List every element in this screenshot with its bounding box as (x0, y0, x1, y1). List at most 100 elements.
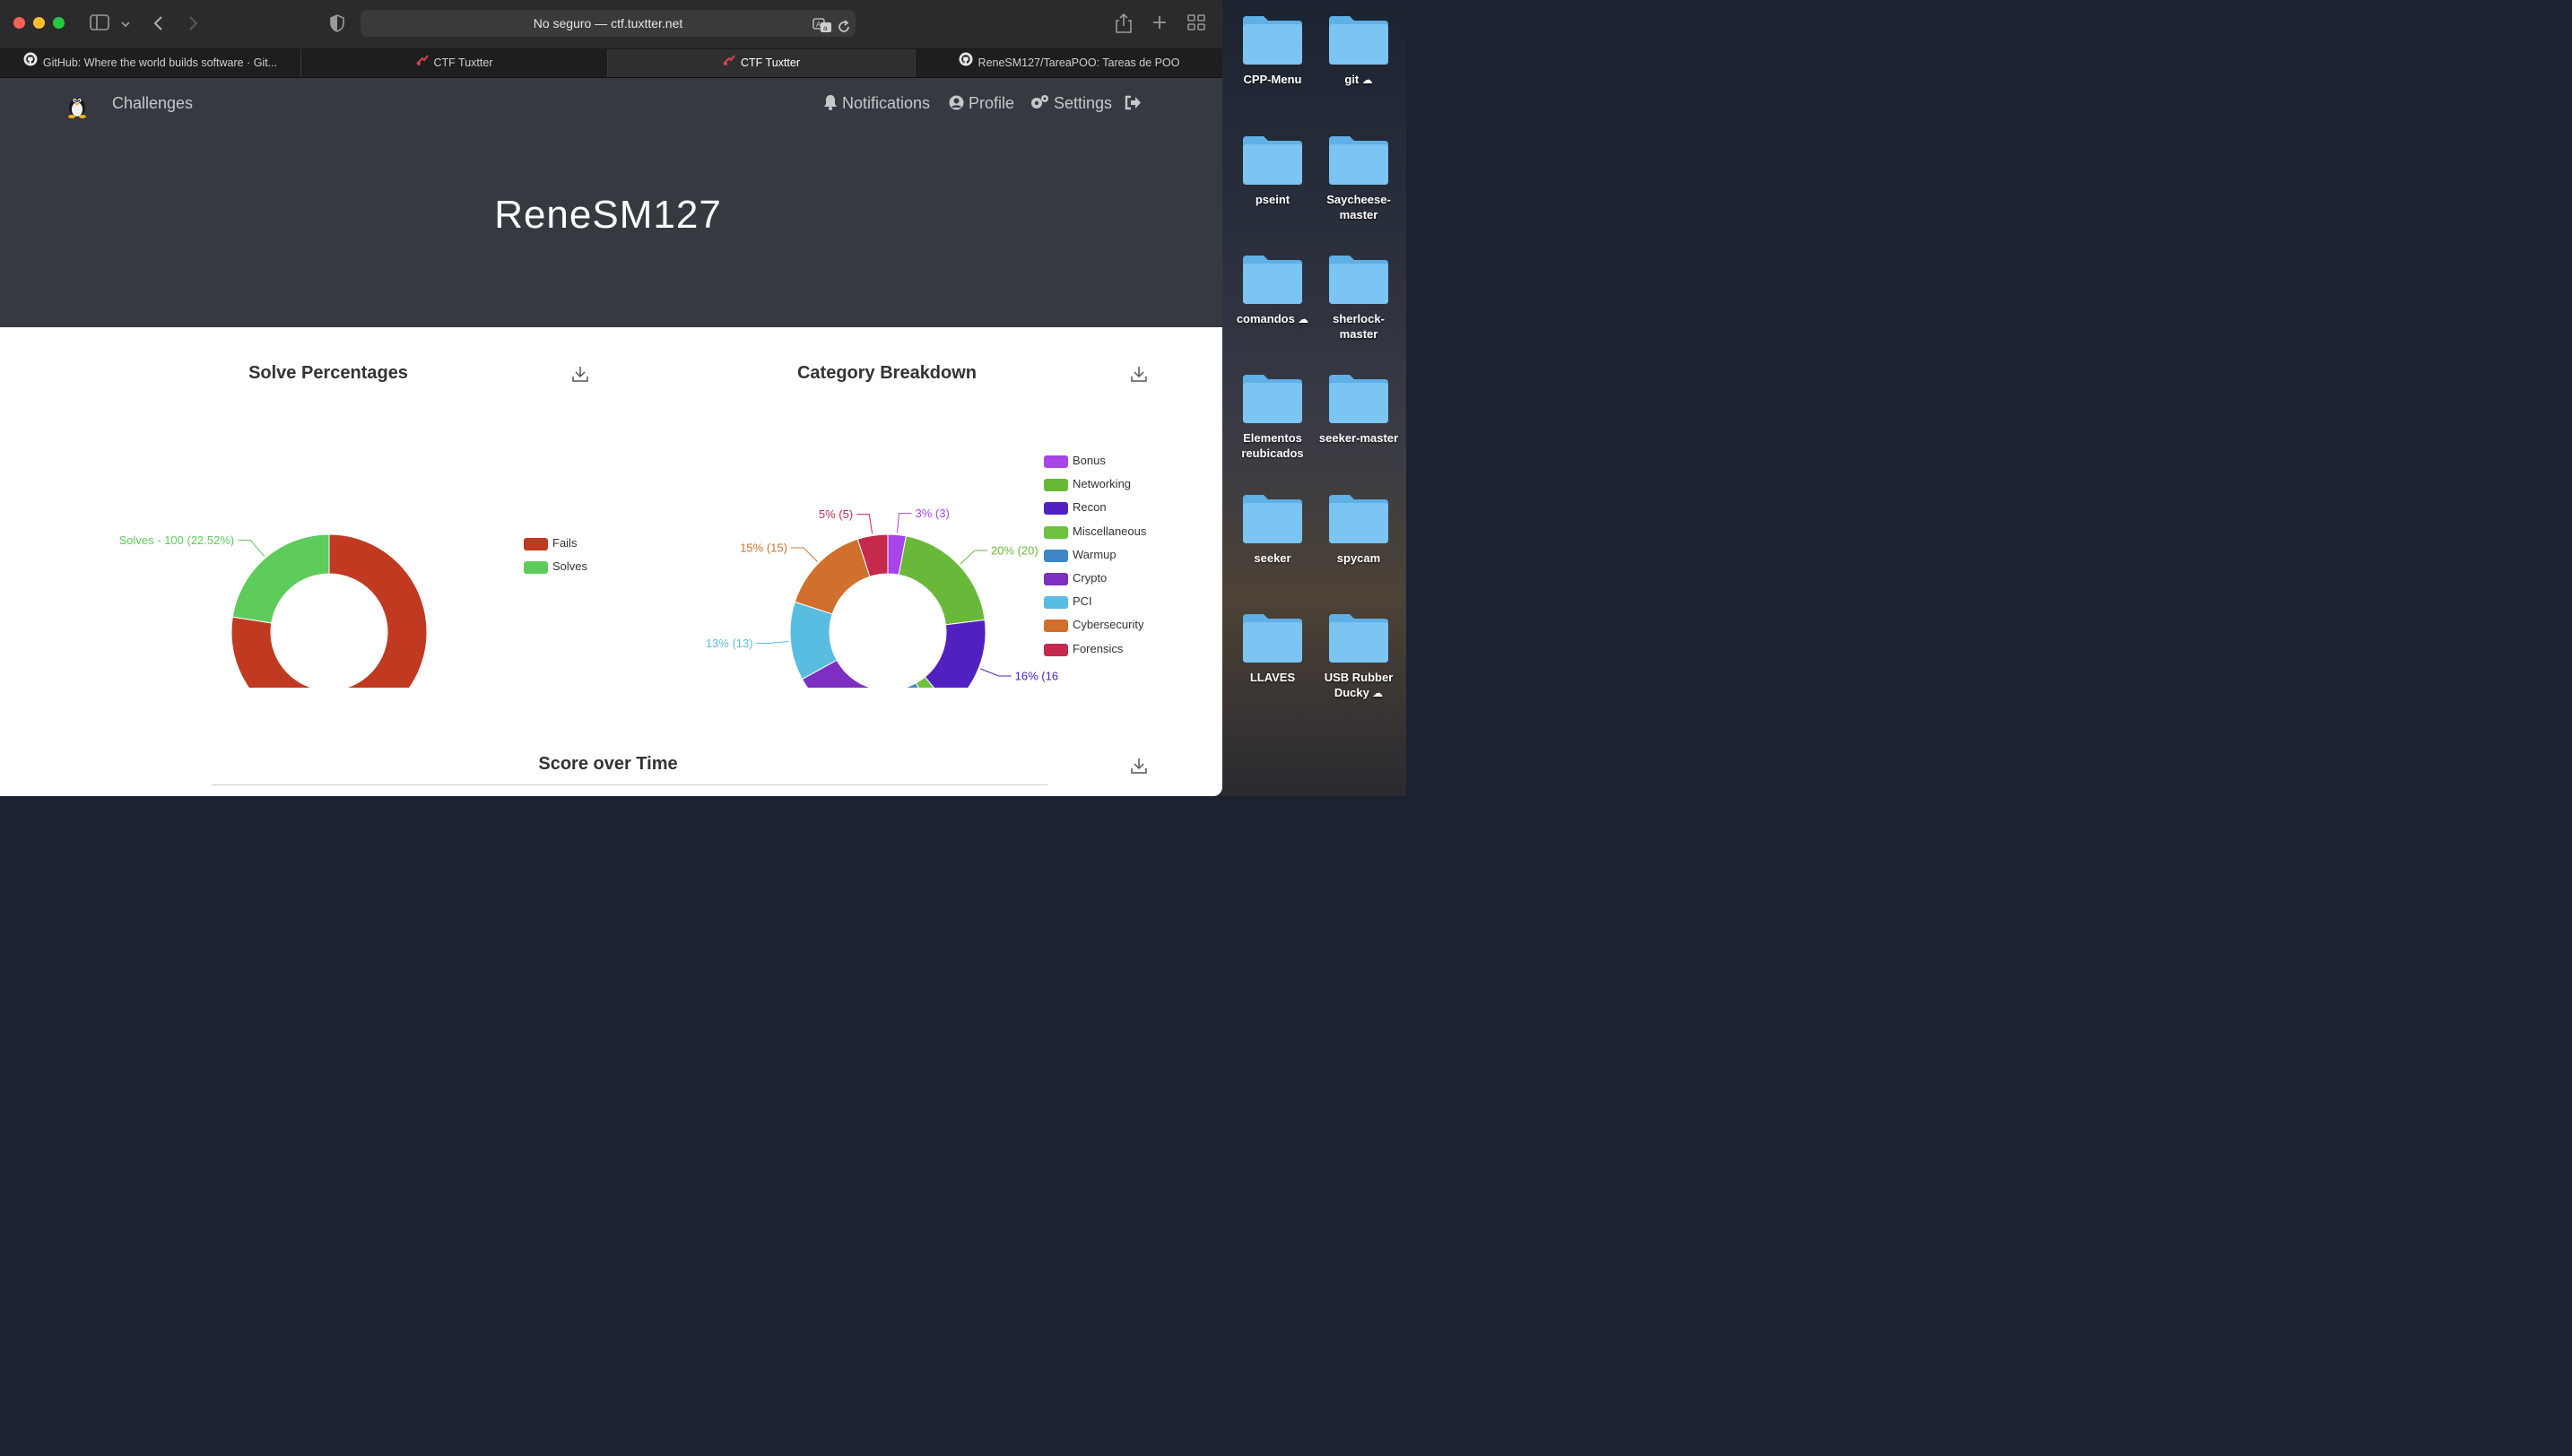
tab-label: ReneSM127/TareaPOO: Tareas de POO (978, 56, 1180, 69)
data-label: 15% (15) (740, 541, 787, 554)
nav-settings-label: Settings (1054, 94, 1113, 112)
folder-label: seeker-master (1318, 431, 1399, 445)
nav-notifications-label: Notifications (842, 94, 931, 112)
new-tab-plus-icon[interactable] (1151, 14, 1168, 35)
download-icon[interactable] (572, 366, 588, 386)
donut-slice-networking[interactable] (898, 535, 986, 626)
folder-icon (1243, 256, 1302, 304)
close-window-button[interactable] (13, 17, 25, 29)
legend-label: Miscellaneous (1073, 524, 1147, 538)
category-breakdown-title: Category Breakdown (796, 363, 978, 383)
tab-tareapoo[interactable]: ReneSM127/TareaPOO: Tareas de POO (916, 49, 1222, 77)
nav-challenges[interactable]: Challenges (112, 94, 193, 113)
folder-icon (1243, 614, 1302, 663)
nav-settings[interactable]: Settings (1030, 94, 1112, 113)
forward-arrow-icon[interactable] (187, 14, 199, 37)
desktop-folder[interactable]: seeker-master (1316, 371, 1402, 446)
address-bar[interactable]: No seguro — ctf.tuxtter.net Aa (361, 10, 856, 37)
browser-toolbar: No seguro — ctf.tuxtter.net Aa (0, 0, 1222, 49)
tab-label: CTF Tuxtter (741, 56, 800, 69)
data-label: 16% (16) (1015, 669, 1058, 682)
desktop-folder[interactable]: CPP-Menu (1230, 13, 1316, 87)
desktop-folder[interactable]: Elementos reubicados (1230, 371, 1316, 461)
chevron-down-icon[interactable] (120, 15, 131, 34)
score-chart-area (212, 784, 1047, 789)
logout-icon[interactable] (1125, 94, 1142, 113)
cogs-icon (1030, 94, 1049, 112)
folder-icon (1243, 136, 1302, 185)
zoom-window-button[interactable] (53, 17, 65, 29)
legend-swatch (1044, 502, 1068, 516)
folder-label: CPP-Menu (1243, 73, 1302, 86)
sidebar-toggle-icon[interactable] (90, 13, 109, 36)
desktop-folder[interactable]: Saycheese-master (1316, 133, 1402, 222)
desktop-folder[interactable]: pseint (1230, 133, 1316, 207)
desktop-folder[interactable]: spycam (1316, 491, 1402, 566)
tab-ctf-tuxtter[interactable]: CTF Tuxtter (301, 49, 608, 77)
ctf-icon (415, 49, 429, 77)
icloud-download-icon: ☁ (1359, 74, 1373, 86)
folder-label: Saycheese-master (1326, 193, 1391, 221)
nav-profile-label: Profile (969, 94, 1015, 112)
share-icon[interactable] (1115, 13, 1133, 39)
github-icon (959, 49, 973, 77)
leader-line (238, 539, 265, 557)
privacy-shield-icon[interactable] (330, 14, 344, 37)
tab-overview-icon[interactable] (1187, 14, 1205, 35)
desktop-folder[interactable]: git ☁ (1316, 13, 1402, 88)
desktop-folder[interactable]: USB Rubber Ducky ☁ (1316, 611, 1402, 701)
page-content: Challenges Notifications Profile Setting… (0, 78, 1222, 796)
solve-percentages-title: Solve Percentages (248, 363, 408, 383)
folder-label: pseint (1255, 193, 1290, 206)
legend-swatch (1044, 620, 1068, 633)
nav-profile[interactable]: Profile (949, 94, 1014, 113)
url-text: No seguro — ctf.tuxtter.net (533, 16, 683, 30)
icloud-download-icon: ☁ (1294, 313, 1309, 325)
data-label: 20% (20) (991, 543, 1038, 557)
translate-icon[interactable]: Aa (812, 15, 832, 42)
legend-label: PCI (1073, 594, 1092, 609)
legend-swatch (1044, 572, 1068, 585)
leader-line (756, 640, 789, 645)
score-over-time-title: Score over Time (538, 754, 678, 774)
legend-label: Recon (1073, 500, 1107, 515)
back-arrow-icon[interactable] (152, 14, 165, 37)
nav-notifications[interactable]: Notifications (823, 94, 930, 113)
legend-label: Bonus (1073, 454, 1106, 467)
desktop-folder[interactable]: seeker (1230, 491, 1316, 566)
folder-icon (1329, 136, 1388, 185)
minimize-window-button[interactable] (33, 17, 45, 29)
tab-bar: GitHub: Where the world builds software … (0, 49, 1222, 78)
legend-label: Networking (1073, 477, 1132, 491)
solve-percentages-chart: Fails - 344 (77.48%)Solves - 100 (22.52%… (119, 533, 428, 688)
browser-window: No seguro — ctf.tuxtter.net Aa GitHub: W… (0, 0, 1222, 796)
desktop-folder[interactable]: comandos ☁ (1230, 252, 1316, 327)
data-label: 5% (5) (819, 507, 853, 521)
download-icon[interactable] (1131, 366, 1147, 386)
leader-line (980, 668, 1012, 677)
data-label: 13% (13) (706, 637, 753, 650)
donut-slice-recon[interactable] (924, 619, 986, 688)
folder-label: seeker (1254, 551, 1291, 565)
tab-github[interactable]: GitHub: Where the world builds software … (0, 49, 301, 77)
legend-swatch (1044, 479, 1068, 492)
desktop-folder[interactable]: LLAVES (1230, 611, 1316, 685)
reload-icon[interactable] (837, 16, 851, 43)
github-icon (23, 49, 38, 77)
desktop-folder[interactable]: sherlock-master (1316, 252, 1402, 342)
donut-slice-solves[interactable] (231, 533, 330, 624)
leader-line (856, 514, 873, 534)
tux-logo-icon[interactable] (66, 93, 88, 123)
profile-username: ReneSM127 (494, 193, 722, 237)
legend-label: Forensics (1073, 641, 1124, 655)
desktop: CPP-Menu git ☁ pseint Saycheese-master coman… (1222, 0, 1406, 796)
tab-label: CTF Tuxtter (433, 56, 493, 69)
legend-label: Fails (552, 536, 578, 550)
data-label: Solves - 100 (22.52%) (119, 533, 235, 547)
tab-label: GitHub: Where the world builds software … (42, 56, 278, 69)
tab-ctf-tuxtter-active[interactable]: CTF Tuxtter (608, 49, 916, 77)
download-icon[interactable] (1131, 758, 1147, 778)
folder-label: git (1344, 73, 1360, 86)
legend-label: Crypto (1073, 570, 1108, 585)
legend-label: Solves (552, 559, 588, 574)
